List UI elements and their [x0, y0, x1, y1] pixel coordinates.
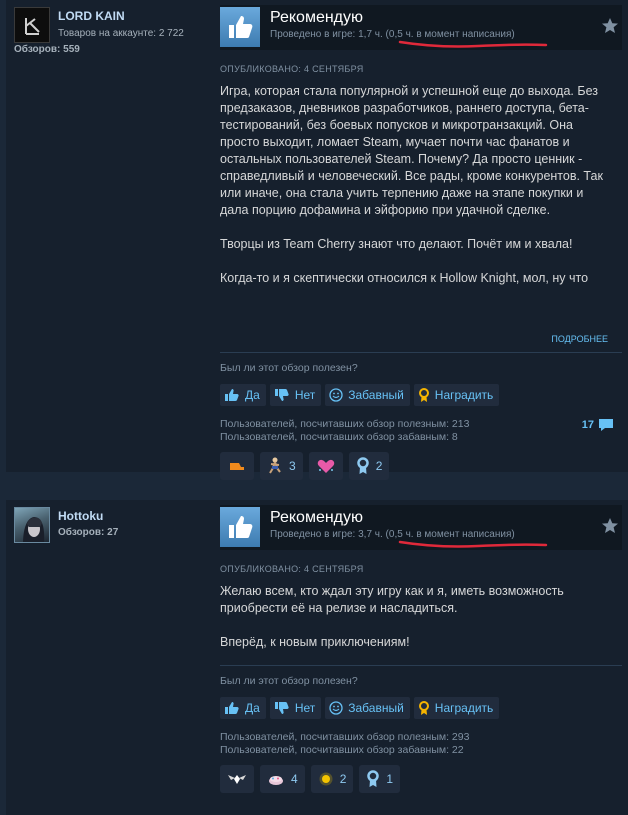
review-text: Желаю всем, кто ждал эту игру как и я, и… — [220, 583, 604, 651]
posted-date: ОПУБЛИКОВАНО: 4 СЕНТЯБРЯ — [220, 564, 364, 574]
helpful-question: Был ли этот обзор полезен? — [220, 362, 358, 374]
vote-no-button[interactable]: Нет — [269, 697, 322, 719]
vote-yes-label: Да — [245, 701, 260, 715]
thumbs-down-icon — [274, 389, 289, 401]
smiley-icon — [329, 701, 343, 715]
vote-funny-label: Забавный — [348, 388, 404, 402]
recommend-label: Рекомендую — [270, 9, 364, 26]
ribbon-medal-icon — [367, 770, 380, 787]
award-icon — [418, 700, 429, 715]
avatar[interactable] — [14, 7, 50, 43]
review-paragraph: Когда-то и я скептически относился к Hol… — [220, 271, 589, 285]
vote-no-label: Нет — [294, 701, 316, 715]
helpful-count: Пользователей, посчитавших обзор полезны… — [220, 418, 470, 430]
review-paragraph: Желаю всем, кто ждал эту игру как и я, и… — [220, 584, 564, 615]
award-item[interactable]: 2 — [310, 765, 354, 793]
orange-boot-icon — [230, 463, 244, 470]
review-paragraph: Вперёд, к новым приключениям! — [220, 635, 410, 649]
helpful-question: Был ли этот обзор полезен? — [220, 675, 358, 687]
funny-count: Пользователей, посчитавших обзор забавны… — [220, 431, 458, 443]
award-count: 3 — [289, 459, 296, 473]
avatar[interactable] — [14, 507, 50, 543]
ribbon-medal-icon — [356, 457, 369, 474]
award-item[interactable]: 1 — [359, 765, 401, 793]
smiley-icon — [329, 388, 343, 402]
author-name[interactable]: LORD KAIN — [58, 9, 125, 23]
red-underline — [398, 40, 548, 48]
award-label: Наградить — [434, 701, 494, 715]
cake-icon — [269, 776, 283, 785]
vote-header[interactable]: Рекомендую Проведено в игре: 3,7 ч. (0,5… — [220, 505, 622, 550]
read-more-link[interactable]: ПОДРОБНЕЕ — [220, 334, 622, 344]
thumbs-up-icon — [220, 507, 260, 547]
avatar-image — [23, 517, 45, 542]
award-count: 2 — [339, 772, 347, 786]
awards-row: 3 2 — [220, 452, 622, 480]
logo-icon — [25, 18, 40, 35]
vote-no-button[interactable]: Нет — [269, 384, 322, 406]
vote-no-label: Нет — [294, 388, 316, 402]
star-icon[interactable] — [600, 516, 620, 536]
sparkle-icon — [319, 772, 333, 786]
award-button[interactable]: Наградить — [413, 697, 500, 719]
award-button[interactable]: Наградить — [413, 384, 500, 406]
posted-date: ОПУБЛИКОВАНО: 4 СЕНТЯБРЯ — [220, 64, 364, 74]
review-body: Рекомендую Проведено в игре: 3,7 ч. (0,5… — [220, 505, 622, 793]
review-body: Рекомендую Проведено в игре: 1,7 ч. (0,5… — [220, 5, 622, 480]
dancing-figure-icon — [269, 457, 281, 474]
comments-link[interactable]: 17 — [582, 418, 614, 432]
divider — [220, 352, 622, 353]
thumbs-up-icon — [220, 7, 260, 47]
review-paragraph: Творцы из Team Cherry знают что делают. … — [220, 237, 573, 251]
award-count: 4 — [291, 772, 298, 786]
thumbs-up-icon — [225, 389, 239, 401]
award-count: 1 — [386, 772, 394, 786]
vote-yes-button[interactable]: Да — [220, 697, 266, 719]
red-underline — [398, 540, 548, 548]
award-item[interactable]: 4 — [260, 765, 305, 793]
vote-yes-label: Да — [245, 388, 260, 402]
awards-row: 4 2 1 — [220, 765, 622, 793]
award-item[interactable] — [220, 452, 254, 480]
vote-funny-button[interactable]: Забавный — [325, 697, 410, 719]
award-item[interactable]: 2 — [348, 452, 390, 480]
comments-count: 17 — [581, 418, 594, 431]
thumbs-up-icon — [225, 702, 239, 714]
review-stats: Пользователей, посчитавших обзор полезны… — [220, 418, 622, 444]
reviews-count[interactable]: Обзоров: 27 — [58, 527, 118, 538]
winged-emblem-icon — [228, 775, 246, 784]
recommend-label: Рекомендую — [270, 509, 364, 526]
review-card: LORD KAIN Товаров на аккаунте: 2 722 Обз… — [6, 0, 628, 480]
vote-funny-label: Забавный — [348, 701, 404, 715]
award-item[interactable]: 3 — [260, 452, 303, 480]
review-paragraph: Игра, которая стала популярной и успешно… — [220, 84, 603, 217]
award-icon — [418, 387, 429, 402]
thumbs-down-icon — [274, 702, 289, 714]
pink-heart-icon — [317, 459, 334, 473]
award-count: 2 — [375, 459, 383, 473]
review-text: Игра, которая стала популярной и успешно… — [220, 74, 622, 328]
vote-yes-button[interactable]: Да — [220, 384, 266, 406]
author-name[interactable]: Hottoku — [58, 509, 103, 523]
reviews-count[interactable]: Обзоров: 559 — [14, 44, 80, 55]
vote-funny-button[interactable]: Забавный — [325, 384, 410, 406]
products-count[interactable]: Товаров на аккаунте: 2 722 — [58, 28, 184, 39]
helpful-count: Пользователей, посчитавших обзор полезны… — [220, 731, 470, 743]
vote-header[interactable]: Рекомендую Проведено в игре: 1,7 ч. (0,5… — [220, 5, 622, 50]
review-stats: Пользователей, посчитавших обзор полезны… — [220, 731, 622, 757]
award-item[interactable] — [220, 765, 254, 793]
comment-icon — [599, 419, 613, 431]
divider — [220, 665, 622, 666]
review-card: Hottoku Обзоров: 27 Рекомендую Проведено… — [6, 500, 628, 815]
funny-count: Пользователей, посчитавших обзор забавны… — [220, 744, 464, 756]
award-label: Наградить — [434, 388, 494, 402]
star-icon[interactable] — [600, 16, 620, 36]
award-item[interactable] — [308, 452, 343, 480]
